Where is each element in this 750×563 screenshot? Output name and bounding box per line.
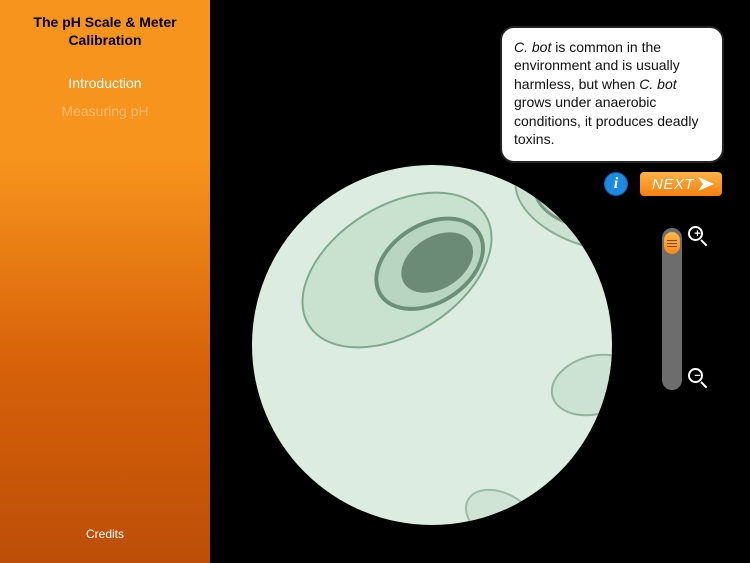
bubble-controls: i NEXT bbox=[500, 170, 724, 198]
zoom-in-button[interactable]: + bbox=[688, 226, 712, 250]
page-title: The pH Scale & Meter Calibration bbox=[12, 14, 198, 49]
nav-item-measuring-ph[interactable]: Measuring pH bbox=[12, 103, 198, 119]
nav-item-introduction[interactable]: Introduction bbox=[12, 75, 198, 91]
cell-illustration bbox=[544, 344, 612, 425]
zoom-out-button[interactable]: − bbox=[688, 368, 712, 392]
cell-illustration bbox=[454, 476, 549, 525]
sidebar: The pH Scale & Meter Calibration Introdu… bbox=[0, 0, 210, 563]
zoom-slider-thumb[interactable] bbox=[664, 232, 680, 254]
microscope-view bbox=[252, 165, 612, 525]
zoom-slider-track[interactable]: + − bbox=[660, 226, 684, 392]
nav-list: Introduction Measuring pH bbox=[12, 75, 198, 119]
narration-bubble: C. bot is common in the environment and … bbox=[500, 26, 724, 163]
info-button[interactable]: i bbox=[604, 172, 628, 196]
chevron-right-icon bbox=[698, 177, 714, 191]
next-button[interactable]: NEXT bbox=[638, 170, 724, 198]
info-icon: i bbox=[614, 175, 618, 193]
credits-link[interactable]: Credits bbox=[0, 527, 210, 541]
magnify-plus-icon: + bbox=[688, 226, 710, 248]
zoom-control: + − bbox=[644, 226, 700, 392]
next-button-label: NEXT bbox=[652, 176, 694, 193]
magnify-minus-icon: − bbox=[688, 368, 710, 390]
cell-illustration bbox=[274, 165, 521, 381]
main-stage: C. bot is common in the environment and … bbox=[210, 0, 750, 563]
